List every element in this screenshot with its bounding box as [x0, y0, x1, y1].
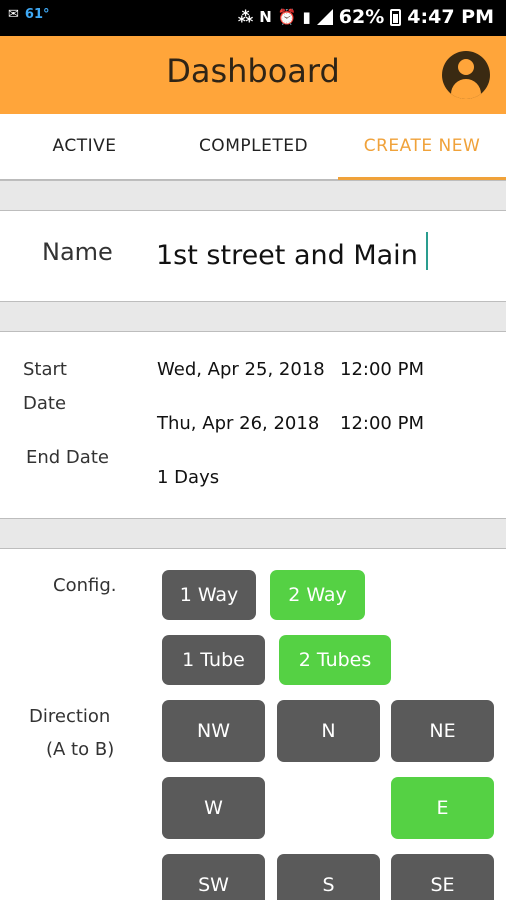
temperature-text: 61° — [24, 7, 50, 22]
direction-e-button[interactable]: E — [391, 777, 494, 839]
battery-icon — [390, 8, 402, 26]
direction-s-button[interactable]: S — [277, 854, 380, 900]
tab-completed[interactable]: COMPLETED — [169, 114, 338, 180]
text-cursor — [426, 232, 428, 270]
end-date-label: End Date — [26, 447, 109, 468]
one-way-button[interactable]: 1 Way — [162, 570, 256, 620]
bluetooth-icon: ⁂ — [237, 8, 254, 26]
status-bar: ✉ 61° ⁂ N ⏰ ▮ 62% 4:47 PM — [0, 0, 506, 36]
start-date-label-line2: Date — [23, 393, 67, 414]
page-title: Dashboard — [166, 52, 340, 90]
direction-label-line2: (A to B) — [46, 739, 115, 760]
direction-se-button[interactable]: SE — [391, 854, 494, 900]
name-label: Name — [42, 238, 113, 266]
config-label: Config. — [53, 575, 117, 596]
start-date-label-line1: Start — [23, 359, 67, 380]
section-divider — [0, 518, 506, 549]
direction-label-line1: Direction — [29, 706, 111, 727]
nfc-icon: N — [259, 8, 272, 26]
name-section: Name — [0, 211, 506, 301]
date-section: Start Date Wed, Apr 25, 2018 12:00 PM Th… — [0, 332, 506, 518]
duration-value: 1 Days — [157, 467, 220, 488]
tab-bar: ACTIVE COMPLETED CREATE NEW — [0, 114, 506, 181]
signal-icon — [316, 9, 333, 25]
one-tube-button[interactable]: 1 Tube — [162, 635, 265, 685]
direction-n-button[interactable]: N — [277, 700, 380, 762]
tab-create-new[interactable]: CREATE NEW — [338, 114, 506, 181]
clock-time: 4:47 PM — [407, 6, 494, 28]
two-tubes-button[interactable]: 2 Tubes — [279, 635, 391, 685]
direction-ne-button[interactable]: NE — [391, 700, 494, 762]
section-divider — [0, 301, 506, 332]
outlook-icon: ✉ — [8, 7, 19, 22]
direction-w-button[interactable]: W — [162, 777, 265, 839]
account-circle-icon[interactable] — [442, 51, 490, 99]
direction-nw-button[interactable]: NW — [162, 700, 265, 762]
alarm-icon: ⏰ — [277, 8, 297, 26]
name-input[interactable] — [156, 233, 486, 277]
tab-active[interactable]: ACTIVE — [0, 114, 169, 180]
section-divider — [0, 180, 506, 211]
end-date-value[interactable]: Thu, Apr 26, 2018 — [157, 413, 319, 434]
start-time-value[interactable]: 12:00 PM — [340, 359, 424, 380]
direction-sw-button[interactable]: SW — [162, 854, 265, 900]
start-date-value[interactable]: Wed, Apr 25, 2018 — [157, 359, 325, 380]
battery-percent: 62% — [338, 6, 385, 28]
vibrate-icon: ▮ — [302, 8, 311, 26]
two-way-button[interactable]: 2 Way — [270, 570, 365, 620]
end-time-value[interactable]: 12:00 PM — [340, 413, 424, 434]
app-bar: Dashboard — [0, 36, 506, 114]
config-section: Config. 1 Way 2 Way 1 Tube 2 Tubes Direc… — [0, 549, 506, 900]
